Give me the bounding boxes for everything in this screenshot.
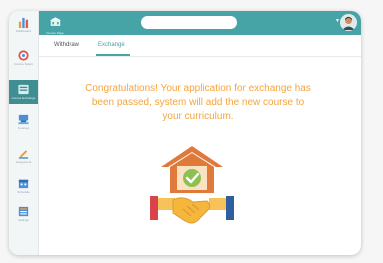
- school-logo-icon: [49, 17, 61, 26]
- sidebar-item-label: Assignment: [15, 160, 32, 164]
- app-window: Dashboard Course Select Course Exchange: [9, 11, 361, 255]
- sidebar-item-settings[interactable]: Settings: [9, 205, 38, 227]
- brand-logo[interactable]: Course Page: [45, 14, 65, 35]
- tab-bar: Withdraw Exchange: [39, 35, 361, 57]
- sidebar-item-course-exchange[interactable]: Course Exchange: [9, 80, 38, 104]
- sidebar-item-courses[interactable]: Courses: [9, 113, 38, 135]
- sidebar-item-label: Schedule: [17, 190, 30, 194]
- tab-exchange[interactable]: Exchange: [98, 41, 125, 49]
- exchange-icon: [18, 84, 29, 95]
- sidebar-item-label: Dashboard: [16, 29, 31, 33]
- sidebar-item-course-select[interactable]: Course Select: [9, 49, 38, 71]
- sidebar-item-assignment[interactable]: Assignment: [9, 147, 38, 169]
- house-icon: [161, 146, 223, 193]
- approved-exchange-illustration: [150, 146, 234, 224]
- sidebar-item-label: Course Exchange: [11, 96, 36, 100]
- avatar[interactable]: [340, 14, 357, 31]
- pencil-icon: [18, 150, 29, 159]
- tab-withdraw[interactable]: Withdraw: [54, 41, 79, 49]
- success-message: Congratulations! Your application for ex…: [85, 83, 311, 122]
- sidebar-item-label: Courses: [17, 126, 30, 130]
- course-icon: [18, 114, 29, 125]
- sidebar: Dashboard Course Select Course Exchange: [9, 11, 39, 255]
- user-avatar-icon: [340, 14, 357, 31]
- active-tab-indicator: [96, 54, 130, 56]
- search-input[interactable]: [141, 16, 237, 29]
- sidebar-item-label: Settings: [18, 218, 29, 222]
- bar-chart-icon: [18, 17, 29, 29]
- target-icon: [18, 50, 29, 61]
- form-icon: [18, 206, 29, 217]
- main-content: Congratulations! Your application for ex…: [39, 57, 361, 255]
- calendar-icon: [18, 179, 29, 189]
- handshake-icon: [150, 196, 234, 224]
- sidebar-item-schedule[interactable]: Schedule: [9, 177, 38, 199]
- sidebar-item-dashboard[interactable]: Dashboard: [9, 16, 38, 38]
- sidebar-item-label: Course Select: [14, 62, 33, 66]
- top-bar: Course Page ▼: [39, 11, 361, 35]
